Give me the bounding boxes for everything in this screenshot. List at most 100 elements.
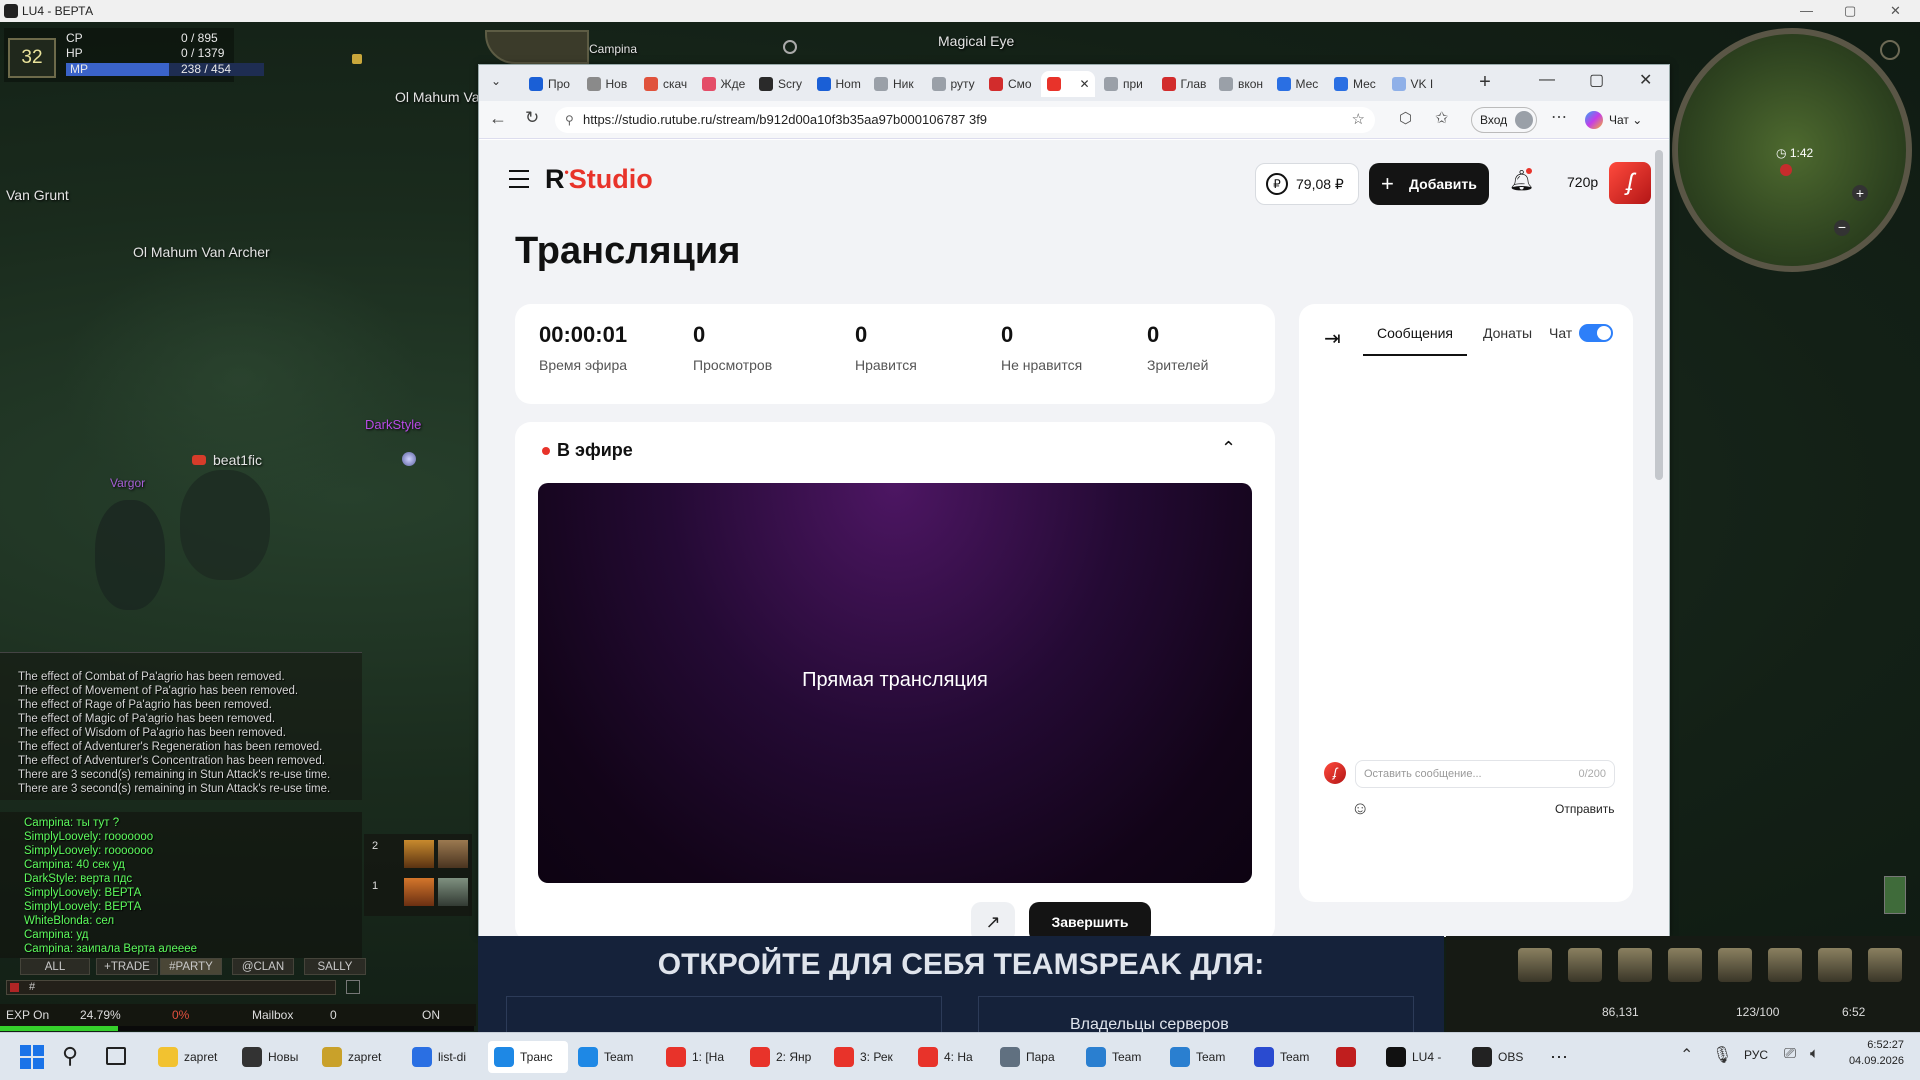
buff-icon[interactable] xyxy=(352,54,362,64)
chat-message-input[interactable]: Оставить сообщение... 0/200 xyxy=(1355,760,1615,788)
side-panel-icon[interactable] xyxy=(1884,876,1906,914)
menu-icon[interactable] xyxy=(509,170,529,188)
browser-tab[interactable]: Ник xyxy=(868,71,922,97)
copilot-button[interactable]: Чат ⌄ xyxy=(1585,107,1665,133)
menu-slot-icon[interactable] xyxy=(1868,948,1902,982)
url-field[interactable]: ⚲ https://studio.rutube.ru/stream/b912d0… xyxy=(555,107,1375,133)
minimap[interactable]: ◷ 1:42 xyxy=(1672,28,1912,272)
browser-tab[interactable]: Scry xyxy=(753,71,807,97)
minimize-icon[interactable]: — xyxy=(1539,71,1555,89)
taskbar-app[interactable]: Пара xyxy=(994,1041,1074,1073)
chat-tab[interactable]: @CLAN xyxy=(232,958,294,975)
target-name[interactable]: Campina xyxy=(589,42,637,56)
studio-logo[interactable]: R•Studio xyxy=(545,164,653,195)
emoji-icon[interactable]: ☺ xyxy=(1351,798,1369,819)
clock-time[interactable]: 6:52:27 xyxy=(1838,1039,1904,1051)
npc-label[interactable]: Van Grunt xyxy=(6,187,69,203)
npc-label[interactable]: Ol Mahum Va xyxy=(395,89,480,105)
tray-expand-icon[interactable]: ⌃ xyxy=(1680,1045,1693,1065)
add-button[interactable]: + Добавить xyxy=(1369,163,1489,205)
scrollbar-thumb[interactable] xyxy=(1655,150,1663,480)
extensions-icon[interactable]: ⬡ xyxy=(1399,109,1412,127)
collapse-chevron-icon[interactable]: ⌃ xyxy=(1221,438,1236,459)
chat-toggle[interactable] xyxy=(1579,324,1613,342)
maximize-icon[interactable]: ▢ xyxy=(1844,0,1856,22)
network-icon[interactable]: ⎚ xyxy=(1784,1045,1796,1062)
taskbar-app[interactable]: Новы xyxy=(236,1041,316,1073)
browser-tab[interactable]: Смо xyxy=(983,71,1037,97)
skill-slot-icon[interactable] xyxy=(404,840,434,868)
tab-active[interactable]: ✕ xyxy=(1040,71,1095,97)
taskbar-app[interactable]: list-di xyxy=(406,1041,486,1073)
taskbar-app[interactable]: 3: Рек xyxy=(828,1041,908,1073)
taskbar-app[interactable]: 2: Янр xyxy=(744,1041,824,1073)
menu-slot-icon[interactable] xyxy=(1668,948,1702,982)
share-icon[interactable]: ↗ xyxy=(971,902,1015,937)
zoom-out-icon[interactable]: − xyxy=(1834,220,1850,236)
browser-tab[interactable]: при xyxy=(1098,71,1152,97)
login-button[interactable]: Вход xyxy=(1471,107,1537,133)
favorites-icon[interactable]: ✩ xyxy=(1435,108,1448,128)
skill-slot-icon[interactable] xyxy=(404,878,434,906)
menu-slot-icon[interactable] xyxy=(1618,948,1652,982)
taskbar-app[interactable]: Транс xyxy=(488,1041,568,1073)
browser-tab[interactable]: Жде xyxy=(696,71,750,97)
taskbar-app[interactable] xyxy=(1330,1041,1370,1073)
browser-tab[interactable]: вкон xyxy=(1213,71,1267,97)
tab-close-icon[interactable]: ✕ xyxy=(1080,77,1090,91)
close-icon[interactable]: ✕ xyxy=(1890,0,1901,22)
browser-tab[interactable]: Мес xyxy=(1328,71,1382,97)
reload-icon[interactable]: ↻ xyxy=(525,108,539,128)
player-name[interactable]: Vargor xyxy=(110,476,145,490)
microphone-icon[interactable]: 🎙︎ xyxy=(1712,1045,1732,1065)
new-tab-icon[interactable]: + xyxy=(1473,71,1497,95)
start-button-icon[interactable] xyxy=(20,1045,44,1069)
menu-slot-icon[interactable] xyxy=(1568,948,1602,982)
player-name[interactable]: beat1fic xyxy=(213,452,262,468)
taskbar-app[interactable]: LU4 - xyxy=(1380,1041,1460,1073)
balance-button[interactable]: ₽ 79,08 ₽ xyxy=(1255,163,1359,205)
menu-slot-icon[interactable] xyxy=(1818,948,1852,982)
browser-tab[interactable]: руту xyxy=(926,71,980,97)
menu-slot-icon[interactable] xyxy=(1718,948,1752,982)
quality-label[interactable]: 720p xyxy=(1567,174,1598,190)
task-view-icon[interactable] xyxy=(106,1047,126,1065)
language-indicator[interactable]: РУС xyxy=(1744,1048,1768,1062)
menu-slot-icon[interactable] xyxy=(1518,948,1552,982)
browser-tab[interactable]: Мес xyxy=(1271,71,1325,97)
tab-list-icon[interactable]: ⌄ xyxy=(487,74,505,92)
chat-input[interactable]: # xyxy=(6,980,336,995)
site-info-icon[interactable]: ⚲ xyxy=(565,107,574,133)
zoom-in-icon[interactable]: + xyxy=(1852,185,1868,201)
search-icon[interactable]: ⚲ xyxy=(62,1043,78,1069)
chat-channel-icon[interactable] xyxy=(10,983,19,992)
menu-slot-icon[interactable] xyxy=(1768,948,1802,982)
taskbar-app[interactable]: 1: [На xyxy=(660,1041,740,1073)
stream-preview[interactable]: Прямая трансляция xyxy=(538,483,1252,883)
chat-tab[interactable]: +TRADE xyxy=(96,958,158,975)
minimize-icon[interactable]: — xyxy=(1800,0,1813,22)
chat-tab[interactable]: #PARTY xyxy=(160,958,222,975)
favorite-star-icon[interactable]: ☆ xyxy=(1352,107,1365,133)
chat-settings-icon[interactable] xyxy=(346,980,360,994)
map-settings-icon[interactable] xyxy=(1880,40,1900,60)
browser-tab[interactable]: Про xyxy=(523,71,577,97)
volume-icon[interactable]: 🔈︎ xyxy=(1810,1045,1819,1062)
taskbar-app[interactable]: zapret xyxy=(316,1041,396,1073)
player-name[interactable]: DarkStyle xyxy=(365,417,421,432)
chat-tab[interactable]: ALL xyxy=(20,958,90,975)
taskbar-app[interactable]: Team xyxy=(1248,1041,1328,1073)
tab-messages[interactable]: Сообщения xyxy=(1363,310,1467,356)
tab-donates[interactable]: Донаты xyxy=(1483,310,1532,356)
taskbar-app[interactable]: 4: На xyxy=(912,1041,992,1073)
browser-tab[interactable]: скач xyxy=(638,71,692,97)
close-icon[interactable]: ✕ xyxy=(1639,70,1652,90)
mailbox-button[interactable]: Mailbox xyxy=(252,1004,293,1026)
browser-tab[interactable]: Hom xyxy=(811,71,865,97)
maximize-icon[interactable]: ▢ xyxy=(1589,70,1604,90)
finish-stream-button[interactable]: Завершить xyxy=(1029,902,1151,937)
taskbar-app[interactable]: Team xyxy=(1080,1041,1160,1073)
browser-tab[interactable]: Глав xyxy=(1156,71,1210,97)
browser-tab[interactable]: Нов xyxy=(581,71,635,97)
target-close-icon[interactable] xyxy=(783,40,797,54)
